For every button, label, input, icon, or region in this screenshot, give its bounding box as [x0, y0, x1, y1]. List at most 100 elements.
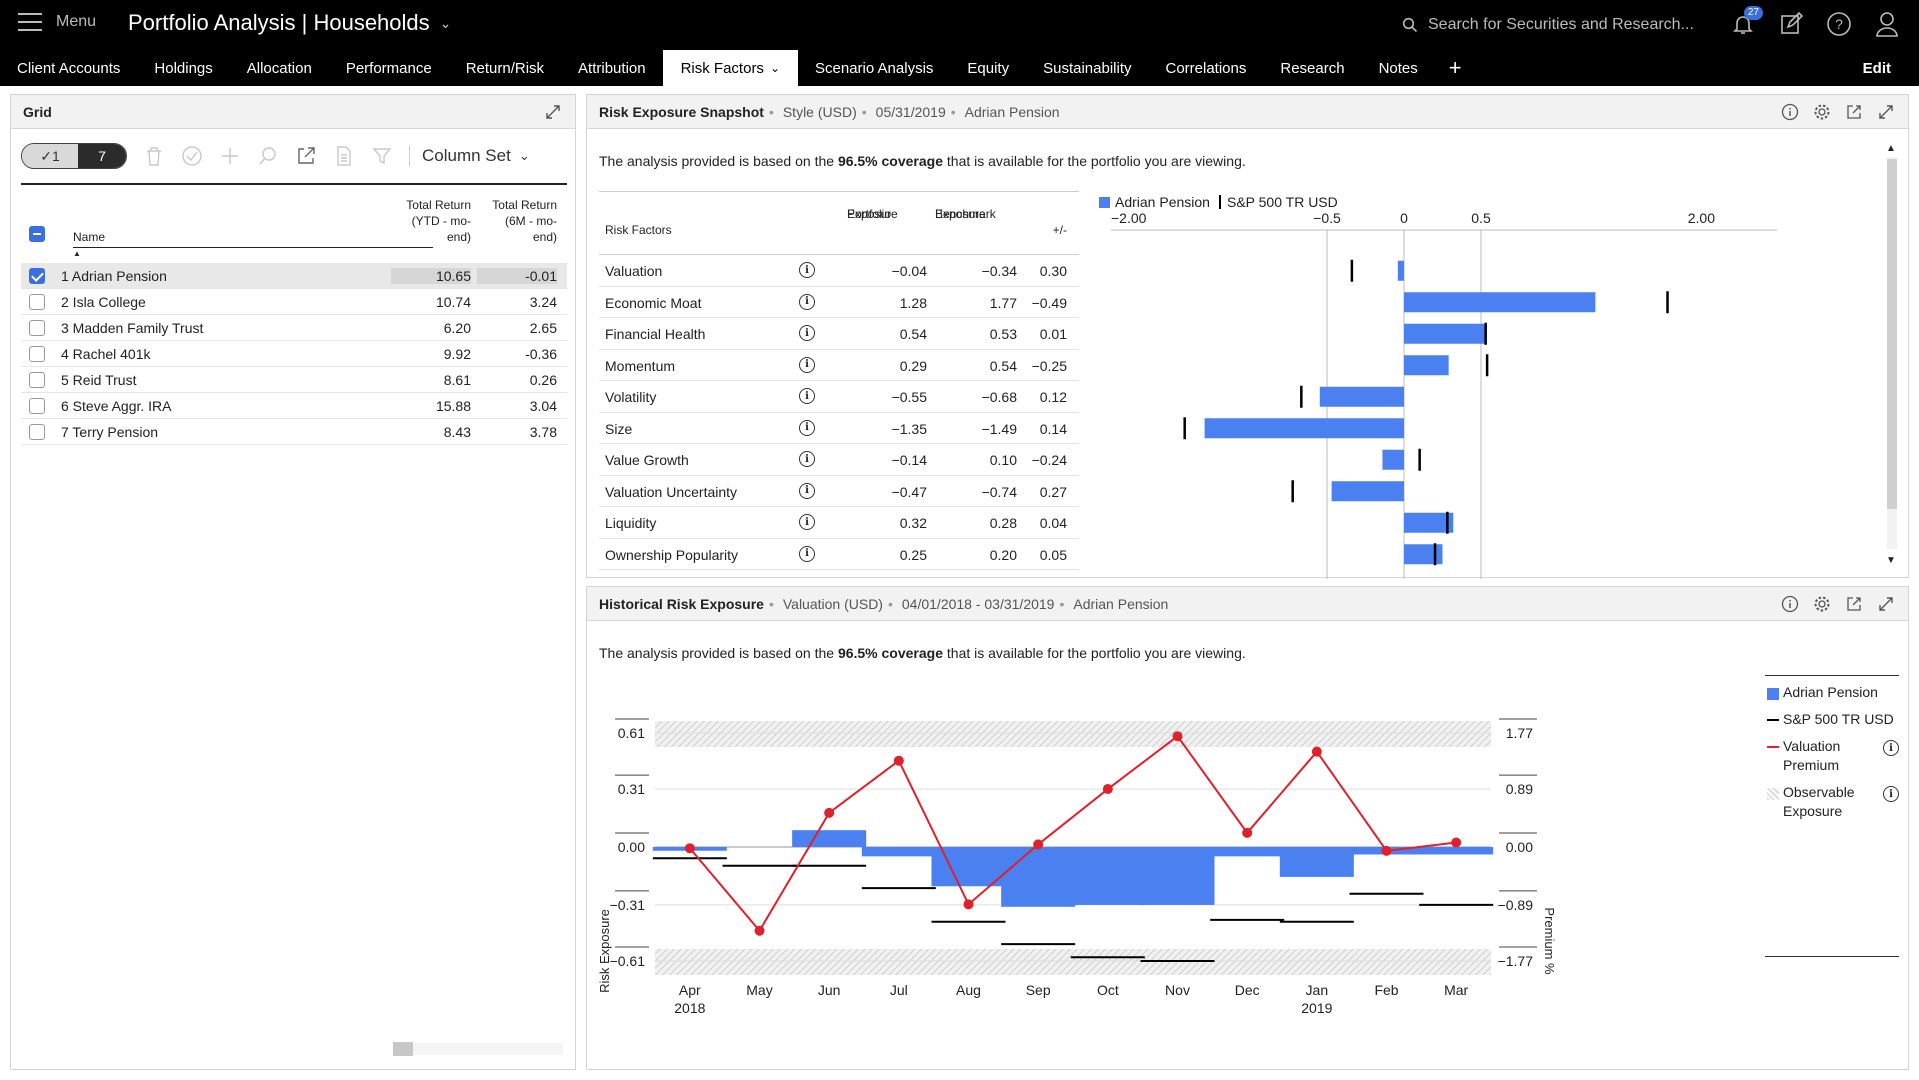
expand-button[interactable] [1876, 102, 1896, 122]
check-button[interactable] [181, 145, 203, 167]
bar-liquidity [1404, 512, 1454, 533]
edit-notes-button[interactable] [1777, 10, 1805, 38]
total-count[interactable]: 7 [78, 144, 126, 168]
info-icon[interactable]: i [1883, 740, 1899, 756]
info-icon[interactable]: i [799, 545, 815, 562]
row-checkbox[interactable] [29, 268, 45, 284]
scroll-down-icon[interactable]: ▼ [1886, 555, 1896, 566]
delete-button[interactable] [143, 145, 165, 167]
table-row[interactable]: 5 Reid Trust 8.61 0.26 [21, 367, 567, 393]
search-button[interactable] [257, 145, 279, 167]
historical-risk-exposure-panel: Historical Risk Exposure • Valuation (US… [586, 586, 1909, 1070]
info-button[interactable] [1780, 594, 1800, 614]
info-button[interactable] [1780, 102, 1800, 122]
menu-button[interactable]: Menu [18, 13, 96, 31]
snapshot-vertical-scrollbar[interactable]: ▲ ▼ [1884, 143, 1898, 571]
row-checkbox[interactable] [29, 294, 45, 310]
risk-factor-name: Ownership Popularity [605, 546, 739, 563]
external-link-icon [298, 147, 315, 164]
table-row[interactable]: 1 Adrian Pension 10.65 -0.01 [21, 263, 567, 289]
historical-title: Historical Risk Exposure [599, 595, 764, 612]
column-set-dropdown[interactable]: Column Set ⌄ [409, 146, 530, 166]
info-icon[interactable]: i [1883, 786, 1899, 802]
plus-icon: + [1448, 55, 1462, 80]
user-button[interactable] [1873, 10, 1901, 38]
info-icon[interactable]: i [799, 419, 815, 436]
info-icon[interactable]: i [799, 451, 815, 467]
row-name[interactable]: 4 Rachel 401k [61, 346, 151, 362]
select-all-checkbox[interactable] [29, 226, 45, 242]
info-icon[interactable]: i [799, 356, 815, 373]
popout-button[interactable] [1844, 594, 1864, 614]
table-row[interactable]: 4 Rachel 401k 9.92 -0.36 [21, 341, 567, 367]
table-row[interactable]: 7 Terry Pension 8.43 3.78 [21, 419, 567, 445]
selection-toggle[interactable]: ✓1 7 [21, 143, 127, 169]
table-row[interactable]: 2 Isla College 10.74 3.24 [21, 289, 567, 315]
app-title-dropdown[interactable]: Portfolio Analysis | Households ⌄ [128, 10, 451, 36]
tab-risk-factors[interactable]: Risk Factors ⌄ [662, 50, 798, 86]
info-icon[interactable]: i [799, 325, 815, 341]
tab-holdings[interactable]: Holdings [137, 50, 229, 86]
tab-sustainability[interactable]: Sustainability [1026, 50, 1148, 86]
row-checkbox[interactable] [29, 398, 45, 414]
ytd-column-header[interactable]: Total Return (YTD - mo- end) [391, 197, 471, 245]
premium-point-oct [1102, 784, 1113, 795]
row-checkbox[interactable] [29, 346, 45, 362]
table-row[interactable]: 6 Steve Aggr. IRA 15.88 3.04 [21, 393, 567, 419]
column-set-label: Column Set [422, 146, 511, 165]
row-name[interactable]: 6 Steve Aggr. IRA [61, 398, 172, 414]
diff-value: 0.05 [1039, 546, 1067, 563]
tab-scenario-analysis[interactable]: Scenario Analysis [798, 50, 950, 86]
diff-value: 0.04 [1039, 515, 1067, 531]
edit-button[interactable]: Edit [1863, 50, 1891, 86]
row-checkbox[interactable] [29, 424, 45, 440]
scroll-up-icon[interactable]: ▲ [1886, 143, 1896, 154]
popout-button[interactable] [1844, 102, 1864, 122]
row-name[interactable]: 5 Reid Trust [61, 372, 136, 388]
search-input[interactable]: Search for Securities and Research... [1428, 16, 1694, 34]
document-button[interactable] [333, 145, 355, 167]
settings-button[interactable] [1812, 102, 1832, 122]
filter-button[interactable] [371, 145, 393, 167]
selected-count[interactable]: ✓1 [22, 144, 78, 168]
y-tick-label: 0.00 [618, 839, 645, 855]
table-row[interactable]: 3 Madden Family Trust 6.20 2.65 [21, 315, 567, 341]
expand-button[interactable] [1876, 594, 1896, 614]
name-column-header[interactable]: Name ▲ [73, 229, 433, 258]
tab-return-risk[interactable]: Return/Risk [449, 50, 561, 86]
tab-equity[interactable]: Equity [950, 50, 1026, 86]
info-icon[interactable]: i [799, 482, 815, 499]
notifications-button[interactable]: 27 [1729, 6, 1763, 38]
export-button[interactable] [295, 145, 317, 167]
row-name[interactable]: 2 Isla College [61, 294, 146, 310]
row-name[interactable]: 3 Madden Family Trust [61, 320, 203, 336]
settings-button[interactable] [1812, 594, 1832, 614]
row-name[interactable]: 1 Adrian Pension [61, 268, 167, 284]
info-icon[interactable]: i [799, 262, 815, 278]
six-month-column-header[interactable]: Total Return (6M - mo- end) [477, 197, 557, 245]
row-checkbox[interactable] [29, 372, 45, 388]
ytd-header-line1: Total Return [406, 198, 471, 212]
tab-correlations[interactable]: Correlations [1149, 50, 1264, 86]
info-icon[interactable]: i [799, 293, 815, 310]
tab-research[interactable]: Research [1263, 50, 1361, 86]
tab-notes[interactable]: Notes [1362, 50, 1435, 86]
info-icon[interactable]: i [799, 514, 815, 530]
tab-client-accounts[interactable]: Client Accounts [0, 50, 137, 86]
search-box[interactable]: Search for Securities and Research... [1402, 13, 1702, 37]
add-button[interactable] [219, 145, 241, 167]
expand-button[interactable] [543, 102, 563, 122]
info-icon[interactable]: i [799, 388, 815, 404]
row-checkbox[interactable] [29, 320, 45, 336]
scrollbar-thumb[interactable] [1887, 159, 1897, 509]
tab-attribution[interactable]: Attribution [561, 50, 663, 86]
scrollbar-thumb[interactable] [393, 1042, 413, 1056]
help-button[interactable]: ? [1825, 10, 1853, 38]
tab-allocation[interactable]: Allocation [230, 50, 329, 86]
add-tab-button[interactable]: + [1435, 50, 1476, 86]
horizontal-scrollbar[interactable] [393, 1042, 563, 1056]
row-name[interactable]: 7 Terry Pension [61, 424, 158, 440]
chart-legend: Adrian Pension S&P 500 TR USD [1099, 194, 1338, 210]
tab-performance[interactable]: Performance [329, 50, 449, 86]
coverage-value: 96.5% coverage [837, 645, 944, 661]
